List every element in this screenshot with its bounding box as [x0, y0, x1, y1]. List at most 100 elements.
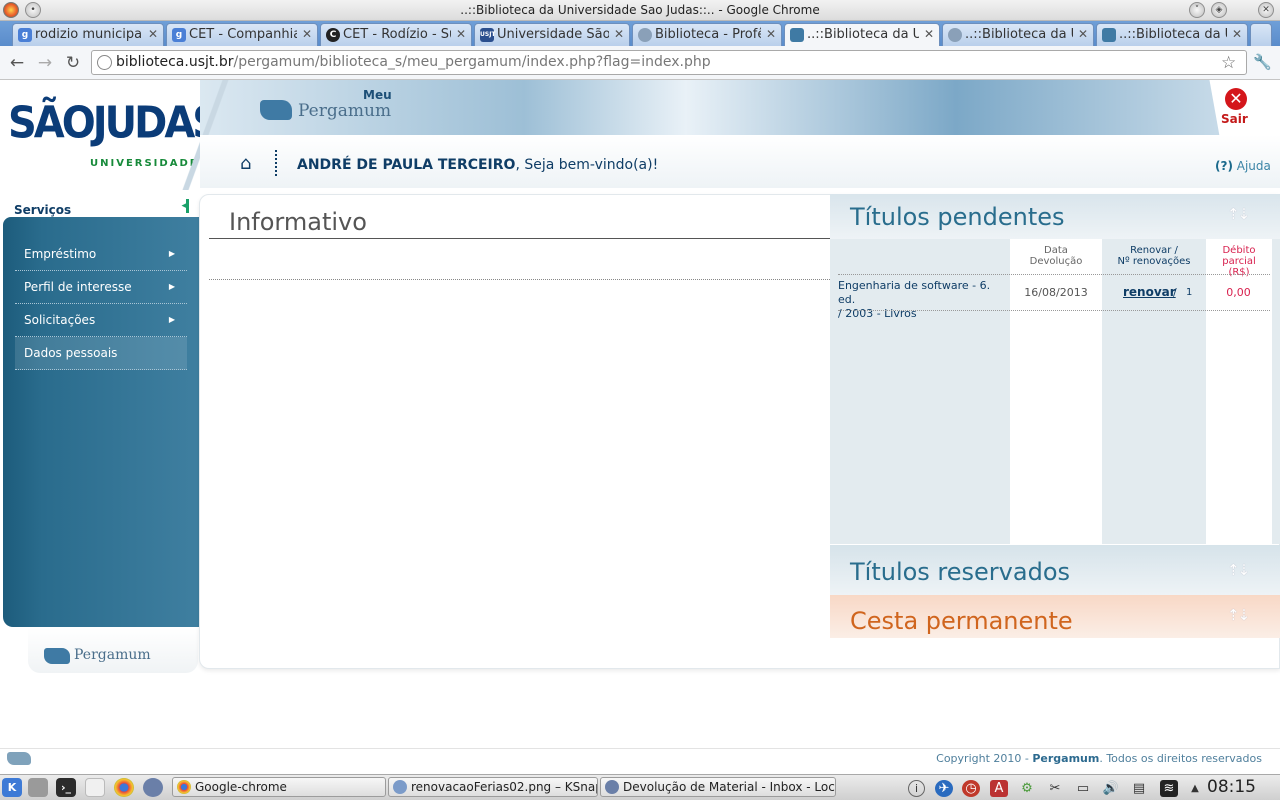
university-logo[interactable]: SÃOJUDAS UNIVERSIDADE: [0, 80, 221, 188]
header-renew-line2: Nº renovações: [1117, 256, 1191, 267]
close-icon[interactable]: ✕: [614, 27, 624, 41]
renew-link[interactable]: renovar: [1123, 285, 1176, 299]
computer-icon[interactable]: [28, 778, 48, 797]
wifi-icon[interactable]: ≋: [1160, 780, 1178, 797]
services-title: Serviços: [14, 203, 72, 217]
task-google-chrome[interactable]: Google-chrome: [172, 777, 386, 797]
close-circle-icon[interactable]: ✕: [1225, 88, 1247, 110]
task-mail[interactable]: Devolução de Material - Inbox - Local F: [600, 777, 836, 797]
pergamum-logo-icon: [7, 752, 31, 765]
clipboard-icon[interactable]: ▤: [1130, 780, 1148, 797]
clock-app-icon[interactable]: ◷: [962, 780, 980, 797]
tab-biblioteca-profe[interactable]: Biblioteca - Profê ✕: [632, 23, 782, 46]
renewal-count: 1: [1186, 287, 1193, 298]
close-icon[interactable]: ✕: [1232, 27, 1242, 41]
close-icon[interactable]: ✕: [1078, 27, 1088, 41]
informativo-title: Informativo: [229, 208, 367, 236]
task-ksnapshot[interactable]: renovacaoFerias02.png – KSnapshot: [388, 777, 598, 797]
usjt-icon: USJT: [480, 28, 496, 42]
window-title: ..::Biblioteca da Universidade Sao Judas…: [460, 3, 820, 17]
permanent-basket-title[interactable]: Cesta permanente: [850, 607, 1073, 635]
meu-label: Meu: [363, 88, 392, 102]
header-debit-line1: Débito parcial: [1222, 245, 1256, 267]
task-label: renovacaoFerias02.png – KSnapshot: [411, 780, 597, 794]
divider: [209, 279, 830, 280]
bookmark-star-icon[interactable]: ☆: [1221, 53, 1236, 73]
sidebar-footer-logo: Pergamum: [74, 647, 151, 663]
pergamum-logo-icon: [44, 648, 70, 664]
close-window-icon[interactable]: ✕: [1258, 2, 1274, 18]
sort-arrows-icon[interactable]: ⇡⇣: [1227, 561, 1250, 579]
tab-cet-companhia[interactable]: g CET - Companhia ✕: [166, 23, 318, 46]
mail-icon[interactable]: [143, 778, 163, 797]
back-icon[interactable]: ←: [6, 52, 28, 74]
clock[interactable]: 08:15: [1207, 777, 1256, 797]
header-date-line1: Data: [1044, 245, 1068, 256]
sidebar-item-emprestimo[interactable]: Empréstimo ▶: [15, 238, 187, 271]
table-row-divider: [838, 310, 1270, 311]
copyright-brand: Pergamum: [1032, 752, 1100, 765]
close-icon[interactable]: ✕: [766, 27, 776, 41]
kde-menu-icon[interactable]: K: [2, 778, 22, 797]
volume-icon[interactable]: 🔊: [1102, 780, 1120, 797]
tab-rodizio-municipal[interactable]: g rodizio municipal ✕: [12, 23, 164, 46]
scissors-icon[interactable]: ✂: [1046, 780, 1064, 797]
forward-icon[interactable]: →: [34, 52, 56, 74]
new-tab-button[interactable]: [1250, 23, 1272, 46]
chrome-icon: [177, 780, 191, 794]
tab-biblioteca-3[interactable]: ..::Biblioteca da U ✕: [1096, 23, 1248, 46]
header-renew: Renovar / Nº renovações: [1104, 245, 1204, 267]
sidebar-item-label: Empréstimo: [24, 247, 97, 261]
network-manager-icon[interactable]: ✈: [935, 780, 953, 797]
maximize-icon[interactable]: ◈: [1211, 2, 1227, 18]
info-icon[interactable]: i: [908, 780, 925, 797]
separator: [275, 150, 277, 176]
gear-icon[interactable]: ⚙: [1018, 780, 1036, 797]
sort-arrows-icon[interactable]: ⇡⇣: [1227, 205, 1250, 223]
document-icon[interactable]: [85, 778, 105, 797]
tab-strip: g rodizio municipal ✕ g CET - Companhia …: [0, 21, 1280, 46]
tray-expand-icon[interactable]: ▲: [1186, 780, 1204, 797]
wrench-icon[interactable]: 🔧: [1253, 53, 1272, 71]
tab-universidade-sao[interactable]: USJT Universidade São ✕: [474, 23, 630, 46]
tab-cet-rodizio[interactable]: C CET - Rodízio - Su ✕: [320, 23, 472, 46]
close-icon[interactable]: ✕: [456, 27, 466, 41]
tab-label: CET - Companhia: [189, 27, 297, 42]
close-icon[interactable]: ✕: [302, 27, 312, 41]
collapse-sidebar-icon[interactable]: ◂: [179, 199, 189, 213]
tab-biblioteca-2[interactable]: ..::Biblioteca da U ✕: [942, 23, 1094, 46]
google-g-icon: g: [18, 28, 32, 42]
arrow-right-icon: ▶: [168, 249, 175, 258]
display-icon[interactable]: ▭: [1074, 780, 1092, 797]
sidebar-item-perfil-interesse[interactable]: Perfil de interesse ▶: [15, 271, 187, 304]
logout-button[interactable]: Sair: [1221, 112, 1248, 126]
google-g-icon: g: [172, 28, 186, 42]
reload-icon[interactable]: ↻: [62, 52, 84, 74]
close-icon[interactable]: ✕: [924, 27, 934, 41]
close-icon[interactable]: ✕: [148, 27, 158, 41]
task-label: Devolução de Material - Inbox - Local F: [623, 780, 836, 794]
pdf-icon[interactable]: A: [990, 780, 1008, 797]
minimize-icon[interactable]: ˅: [1189, 2, 1205, 18]
sidebar-item-label: Perfil de interesse: [24, 280, 132, 294]
tab-label: Biblioteca - Profê: [655, 27, 761, 42]
tab-label: Universidade São: [497, 27, 609, 42]
pergamum-label: Pergamum: [298, 101, 392, 121]
chrome-icon[interactable]: [114, 778, 134, 797]
reserved-titles-title[interactable]: Títulos reservados: [850, 558, 1070, 586]
help-link[interactable]: (?) Ajuda: [1215, 159, 1271, 173]
tab-biblioteca-active[interactable]: ..::Biblioteca da U ✕: [784, 23, 940, 46]
divider: [209, 238, 830, 239]
browser-toolbar: ← → ↻ biblioteca.usjt.br/pergamum/biblio…: [0, 46, 1280, 80]
pergamum-logo-icon: [260, 100, 292, 120]
column-debit: [1206, 239, 1272, 544]
pergamum-icon: [790, 28, 804, 42]
sidebar-item-dados-pessoais[interactable]: Dados pessoais: [15, 337, 187, 370]
terminal-icon[interactable]: ›_: [56, 778, 76, 797]
title-line1: Engenharia de software - 6. ed.: [838, 279, 991, 306]
address-host: biblioteca.usjt.br: [116, 54, 234, 70]
sort-arrows-icon[interactable]: ⇡⇣: [1227, 606, 1250, 624]
sidebar-item-solicitacoes[interactable]: Solicitações ▶: [15, 304, 187, 337]
address-bar[interactable]: biblioteca.usjt.br/pergamum/biblioteca_s…: [91, 50, 1247, 75]
home-icon[interactable]: ⌂: [240, 153, 251, 174]
